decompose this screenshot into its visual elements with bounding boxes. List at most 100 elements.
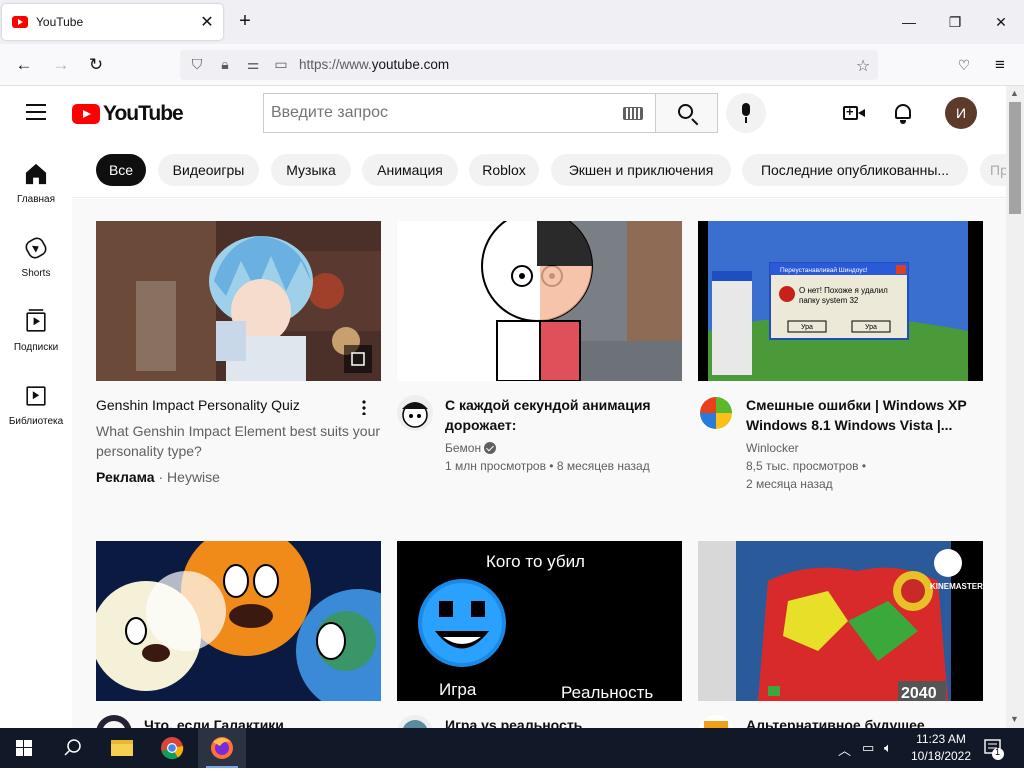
scrollbar-thumb[interactable] <box>1009 102 1021 214</box>
svg-text:Кого то убил: Кого то убил <box>486 552 585 571</box>
show-hidden-icons-icon[interactable]: ︿ <box>838 740 851 759</box>
verified-badge-icon <box>484 442 497 454</box>
shorts-icon <box>22 234 50 262</box>
channel-avatar[interactable] <box>698 395 734 431</box>
back-arrow-icon[interactable]: ← <box>11 52 37 78</box>
pocket-icon[interactable]: ♡ <box>951 52 977 78</box>
video-grid: Genshin Impact Personality Quiz What Gen… <box>72 199 1006 728</box>
taskbar-search-button[interactable] <box>48 728 96 768</box>
network-icon[interactable]: ▭ <box>862 740 874 756</box>
url-text[interactable]: https://www.youtube.com <box>299 57 449 72</box>
volume-icon[interactable]: 🔈︎ <box>884 740 892 756</box>
browser-navbar: ← → ↻ ⛉ 🔒︎ ⚌ ▭ https://www.youtube.com ☆… <box>0 44 1024 86</box>
youtube-favicon-icon <box>12 16 28 28</box>
video-title[interactable]: Genshin Impact Personality Quiz <box>96 395 356 415</box>
video-title[interactable]: Альтернативное будущее <box>746 715 972 728</box>
channel-avatar[interactable] <box>698 715 734 728</box>
video-title[interactable]: Смешные ошибки | Windows XP Windows 8.1 … <box>746 395 972 435</box>
chip-action-adventure[interactable]: Экшен и приключения <box>551 154 731 186</box>
folder-icon <box>111 740 133 756</box>
search-icon <box>64 739 81 756</box>
forward-arrow-icon[interactable]: → <box>48 52 74 78</box>
create-video-icon[interactable] <box>843 104 865 122</box>
advertiser-name[interactable]: Heywise <box>167 469 220 485</box>
video-title[interactable]: Что, если Галактики <box>144 715 370 728</box>
svg-text:2040: 2040 <box>901 685 937 701</box>
microphone-icon <box>742 103 750 116</box>
avatar[interactable]: И <box>945 97 977 129</box>
reader-view-icon[interactable]: ▭ <box>272 56 290 73</box>
close-window-button[interactable]: ✕ <box>978 6 1024 38</box>
notifications-bell-icon[interactable] <box>893 102 913 124</box>
search-button[interactable] <box>655 93 718 133</box>
youtube-logo-text: YouTube <box>103 102 184 125</box>
maximize-window-button[interactable]: ❐ <box>932 6 978 38</box>
library-icon <box>26 386 46 406</box>
home-icon <box>25 163 47 185</box>
sidebar-item-home[interactable]: Главная <box>0 142 72 216</box>
bookmark-star-icon[interactable]: ☆ <box>854 56 872 76</box>
firefox-button[interactable] <box>198 728 246 768</box>
chip-video-games[interactable]: Видеоигры <box>158 154 259 186</box>
chip-recently-uploaded[interactable]: Последние опубликованны... <box>742 154 968 186</box>
video-stats: 1 млн просмотров • 8 месяцев назад <box>445 459 650 473</box>
lock-icon[interactable]: 🔒︎ <box>216 56 234 73</box>
chip-all[interactable]: Все <box>96 154 146 186</box>
video-title[interactable]: Игра vs реальность <box>445 715 671 728</box>
video-thumbnail[interactable]: Кого то убил Игра Реальность <box>397 541 682 701</box>
chrome-button[interactable] <box>148 728 196 768</box>
tab-title: YouTube <box>36 15 84 29</box>
minimize-window-button[interactable]: — <box>886 6 932 38</box>
channel-avatar[interactable] <box>397 715 433 728</box>
sidebar-item-shorts[interactable]: Shorts <box>0 216 72 290</box>
new-tab-button[interactable]: + <box>234 10 256 32</box>
sidebar-item-subscriptions[interactable]: Подписки <box>0 290 72 364</box>
tab-close-icon[interactable]: ✕ <box>195 12 219 32</box>
channel-name[interactable]: Бемон <box>445 439 497 457</box>
page-scrollbar[interactable]: ▲ ▼ <box>1006 86 1024 728</box>
guide-menu-icon[interactable] <box>26 104 46 120</box>
video-thumbnail[interactable] <box>96 541 381 701</box>
taskbar-clock[interactable]: 11:23 AM 10/18/2022 <box>906 731 976 765</box>
channel-name[interactable]: Winlocker <box>746 439 799 457</box>
voice-search-button[interactable] <box>726 93 766 133</box>
scroll-down-icon[interactable]: ▼ <box>1010 714 1019 724</box>
chip-roblox[interactable]: Roblox <box>469 154 539 186</box>
tracking-shield-icon[interactable]: ⛉ <box>188 56 206 73</box>
more-options-icon[interactable] <box>362 399 366 415</box>
category-chips-bar: Все Видеоигры Музыка Анимация Roblox Экш… <box>72 142 1006 198</box>
ad-footer: Реклама · Heywise <box>96 469 220 485</box>
permissions-icon[interactable]: ⚌ <box>244 56 262 73</box>
video-thumbnail[interactable] <box>96 221 381 381</box>
svg-text:Ура: Ура <box>801 324 813 331</box>
url-bar[interactable]: ⛉ 🔒︎ ⚌ ▭ https://www.youtube.com ☆ <box>180 50 878 80</box>
svg-text:Ура: Ура <box>865 324 877 331</box>
youtube-logo[interactable]: YouTube <box>72 102 184 126</box>
sidebar-item-library[interactable]: Библиотека <box>0 364 72 438</box>
start-button[interactable] <box>0 728 48 768</box>
video-title[interactable]: С каждой секундой анимация дорожает: <box>445 395 671 435</box>
chip-music[interactable]: Музыка <box>271 154 351 186</box>
video-stats: 8,5 тыс. просмотров • <box>746 459 867 473</box>
clock-date: 10/18/2022 <box>910 749 972 763</box>
youtube-masthead: YouTube И <box>0 86 1006 142</box>
keyboard-icon[interactable] <box>623 107 643 120</box>
video-thumbnail[interactable]: Переустанавливай Шиндоус! О нет! Похоже … <box>698 221 983 381</box>
channel-avatar[interactable] <box>96 715 132 728</box>
chip-animation[interactable]: Анимация <box>362 154 458 186</box>
reload-icon[interactable]: ↻ <box>83 52 109 78</box>
browser-tab-youtube[interactable]: YouTube ✕ <box>2 4 223 40</box>
channel-avatar[interactable] <box>397 395 433 431</box>
search-icon <box>678 104 693 119</box>
scroll-up-icon[interactable]: ▲ <box>1010 88 1019 98</box>
svg-text:Реальность: Реальность <box>561 683 653 701</box>
search-input[interactable] <box>264 94 614 132</box>
video-thumbnail[interactable]: KINEMASTER 2040 <box>698 541 983 701</box>
chip-more[interactable]: Пр <box>980 154 1006 186</box>
svg-text:KINEMASTER: KINEMASTER <box>930 582 983 591</box>
file-explorer-button[interactable] <box>98 728 146 768</box>
app-menu-icon[interactable]: ≡ <box>987 52 1013 78</box>
svg-text:О нет! Похоже я удалил: О нет! Похоже я удалил <box>799 286 888 295</box>
video-thumbnail[interactable] <box>397 221 682 381</box>
notifications-button[interactable]: 1 <box>976 728 1024 768</box>
